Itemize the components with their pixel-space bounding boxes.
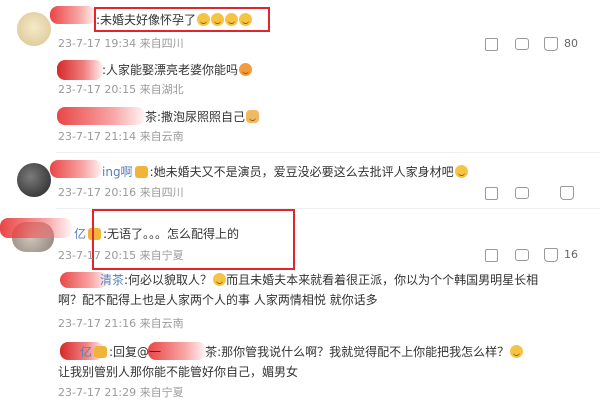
comment-text: :人家能娶漂亮老婆你能吗 (102, 62, 253, 78)
divider (56, 152, 600, 153)
thumbs-up-icon[interactable] (544, 37, 558, 51)
redacted-username (0, 218, 72, 238)
comment-icon[interactable] (515, 187, 529, 199)
avatar[interactable] (17, 163, 51, 197)
redacted-username (57, 60, 103, 80)
like-count: 80 (564, 37, 578, 50)
share-icon[interactable] (485, 187, 498, 200)
timestamp: 23-7-17 21:14 来自云南 (58, 130, 184, 143)
comment-text-continued: 啊？配不配得上也是人家两个人的事 人家两情相悦 就你话多 (58, 293, 378, 307)
comment-text: 清茶:何必以貌取人？ 而且未婚夫本来就看着很正派，你以为个个韩国男明星长相 (100, 273, 539, 287)
timestamp: 23-7-17 20:16 来自四川 (58, 186, 184, 199)
comment-text: ing啊:她未婚夫又不是演员，爱豆没必要这么去批评人家身材吧 (102, 164, 468, 180)
comment-icon[interactable] (515, 38, 529, 50)
face-emoji-icon (213, 273, 227, 286)
vip-badge-icon (94, 346, 108, 358)
comment-text: 茶:撒泡尿照照自己 (145, 109, 260, 125)
like-count: 16 (564, 248, 578, 261)
thumbs-up-icon[interactable] (560, 186, 574, 200)
timestamp: 23-7-17 21:29 来自宁夏 (58, 386, 184, 399)
vip-badge-icon (134, 166, 148, 178)
share-icon[interactable] (485, 249, 498, 262)
share-icon[interactable] (485, 38, 498, 51)
comment-text-continued: 让我别管别人那你能不能管好你自己，媚男女 (58, 365, 299, 379)
highlight-box (94, 7, 270, 32)
timestamp: 23-7-17 19:34 来自四川 (58, 37, 184, 50)
smile-emoji-icon (454, 165, 468, 178)
timestamp: 23-7-17 21:16 来自云南 (58, 317, 184, 330)
comment-text: 亿:回复@一 茶:那你管我说什么啊？我就觉得配不上你能把我怎么样？ (58, 344, 524, 360)
timestamp: 23-7-17 20:15 来自湖北 (58, 83, 184, 96)
comment-icon[interactable] (515, 249, 529, 261)
timestamp: 23-7-17 20:15 来自宁夏 (58, 249, 184, 262)
laugh-emoji-icon (239, 63, 253, 76)
hand-emoji-icon (246, 110, 260, 123)
redacted-username (57, 107, 145, 125)
redacted-username (50, 160, 102, 178)
avatar[interactable] (17, 12, 51, 46)
grin-emoji-icon (510, 345, 524, 358)
thumbs-up-icon[interactable] (544, 248, 558, 262)
redacted-username (50, 6, 96, 24)
